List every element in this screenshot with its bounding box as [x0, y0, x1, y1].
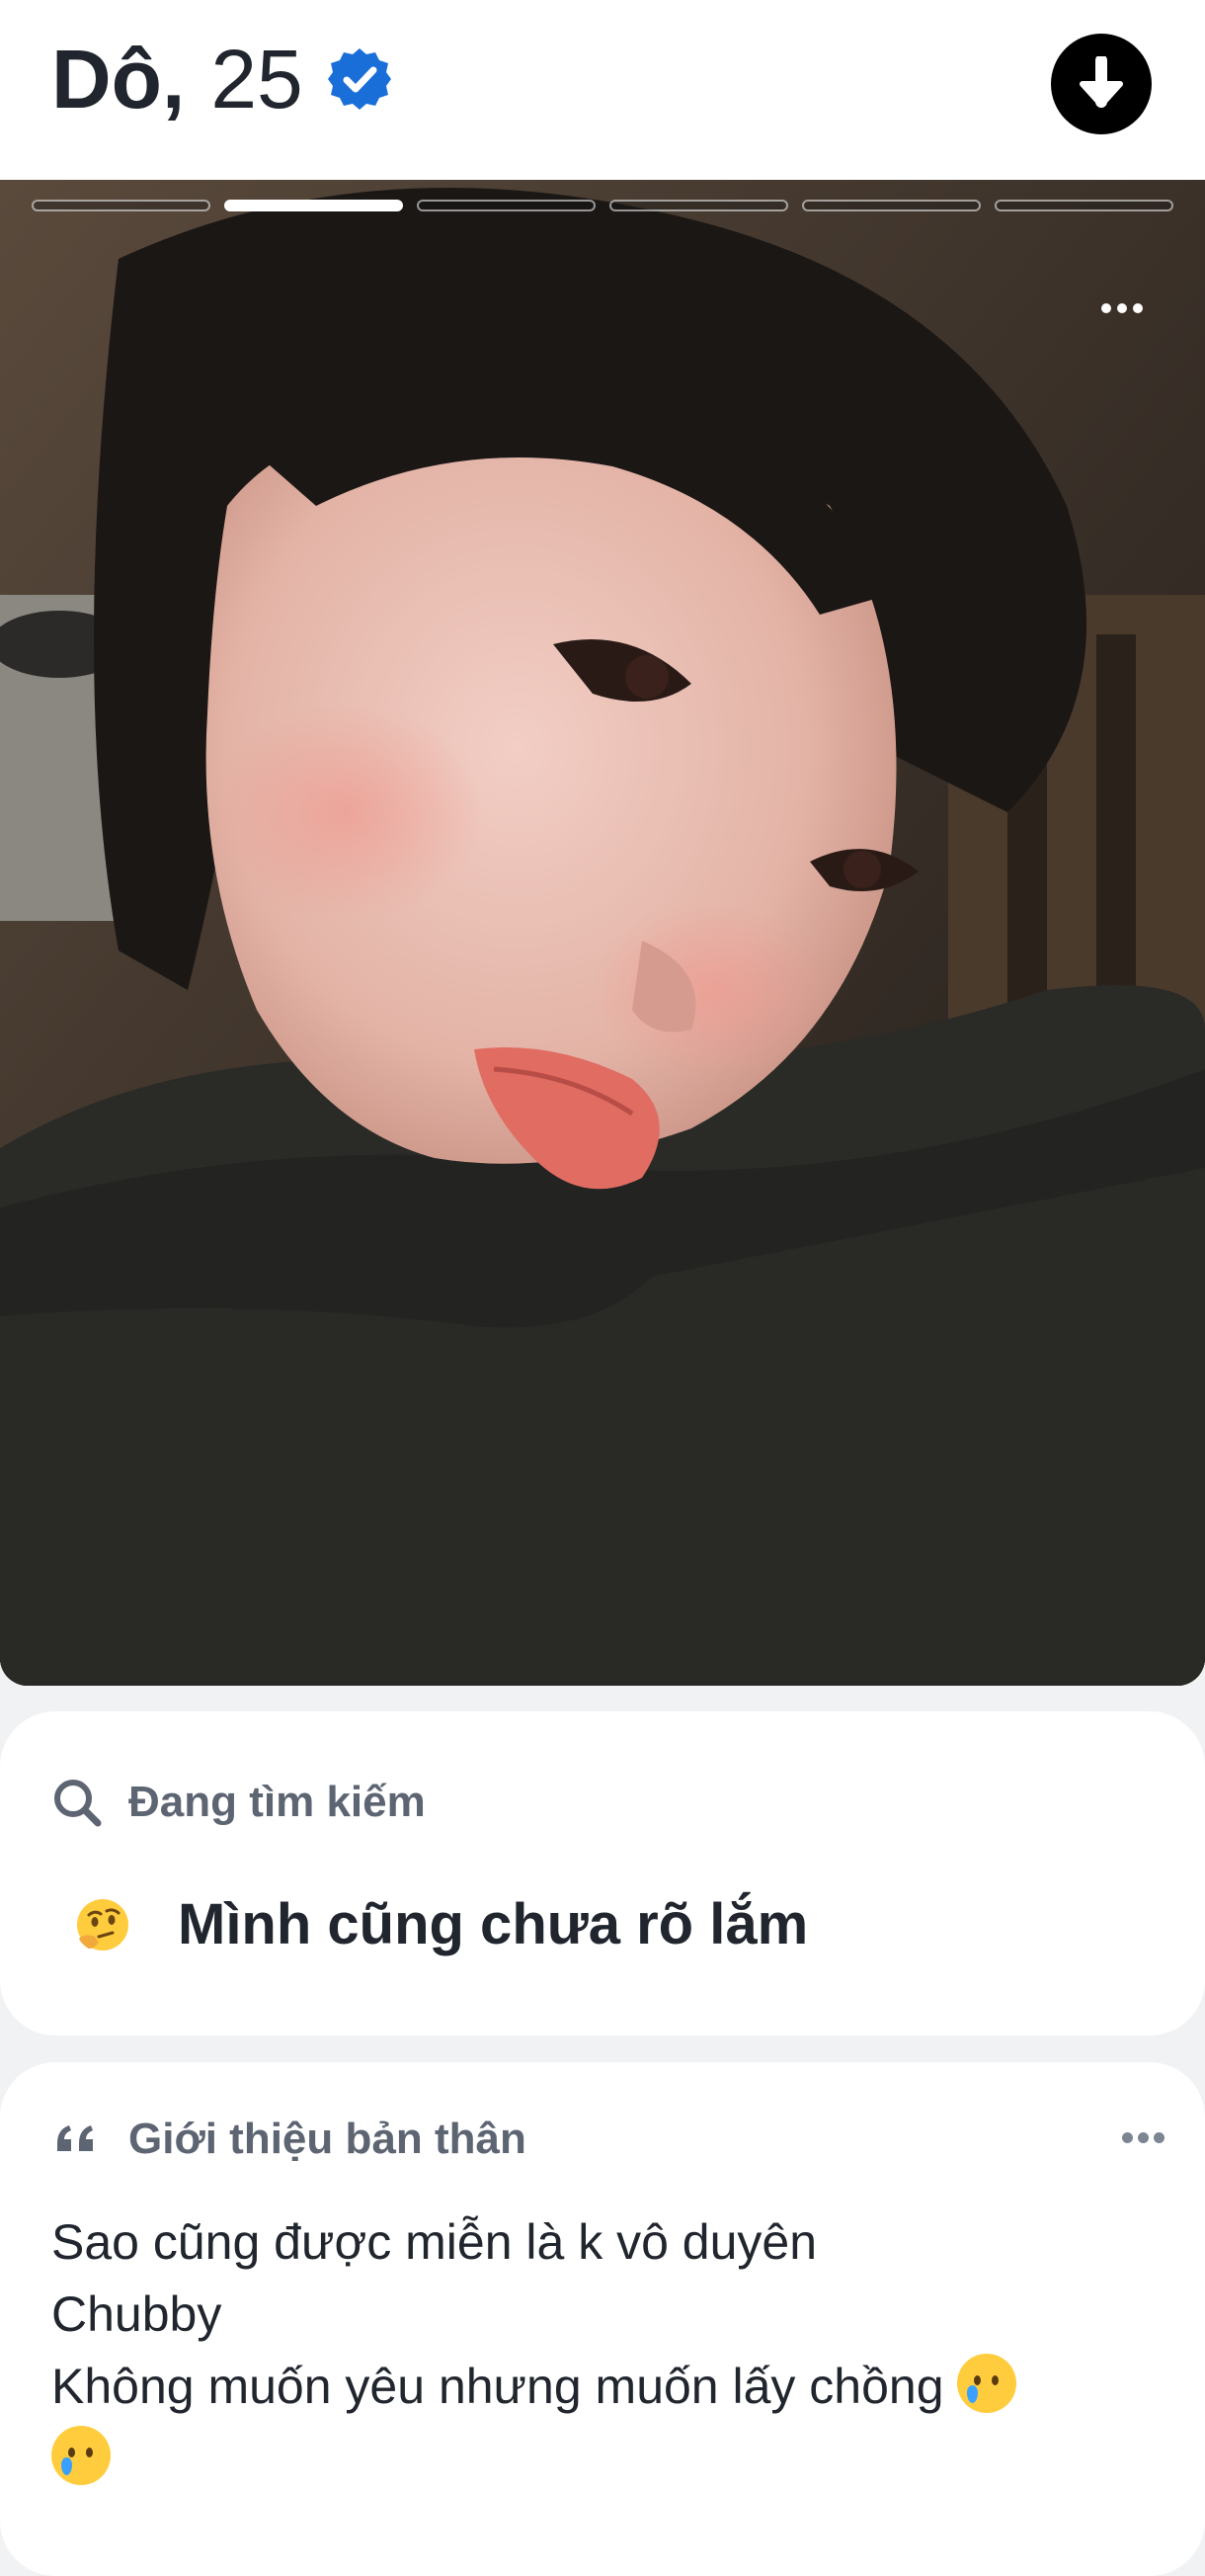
photo-progress-bar [32, 200, 1173, 213]
smiling-face-with-tear-emoji [957, 2354, 1017, 2413]
bio-line-text: Không muốn yêu nhưng muốn lấy chồng [51, 2359, 944, 2414]
name-age-line: Dô, 25 [51, 30, 392, 128]
thinking-face-emoji [77, 1898, 128, 1951]
bio-line: Không muốn yêu nhưng muốn lấy chồng [51, 2351, 1158, 2423]
profile-header: Dô, 25 [0, 0, 1205, 180]
looking-for-card: Đang tìm kiếm Mình cũng chưa rõ lắm [0, 1711, 1205, 2036]
profile-age: 25 [210, 33, 303, 125]
search-icon [54, 1780, 102, 1827]
photo-progress-segment [995, 200, 1173, 211]
looking-for-label: Đang tìm kiếm [128, 1778, 426, 1826]
about-more-options-icon[interactable] [1122, 2118, 1171, 2157]
photo-progress-segment [32, 200, 210, 211]
looking-for-value-row: Mình cũng chưa rõ lắm [75, 1891, 808, 1957]
profile-name: Dô, [51, 33, 186, 125]
about-label-row: Giới thiệu bản thân [51, 2114, 526, 2165]
about-me-card: Giới thiệu bản thân Sao cũng được miễn l… [0, 2062, 1205, 2576]
profile-photo[interactable] [0, 180, 1205, 1686]
more-dots-icon[interactable] [1086, 289, 1158, 328]
smiling-face-with-tear-emoji [51, 2426, 111, 2485]
photo-progress-segment [417, 200, 596, 211]
photo-progress-segment [609, 200, 788, 211]
quote-icon [57, 2125, 93, 2151]
looking-for-value: Mình cũng chưa rõ lắm [178, 1892, 809, 1956]
bio-line [51, 2423, 1158, 2495]
photo-progress-segment-active [224, 200, 403, 211]
about-bio-text: Sao cũng được miễn là k vô duyên Chubby … [51, 2206, 1158, 2495]
photo-progress-segment [802, 200, 981, 211]
about-label: Giới thiệu bản thân [128, 2115, 526, 2163]
collapse-profile-button[interactable] [1051, 34, 1152, 134]
bio-line: Sao cũng được miễn là k vô duyên [51, 2214, 818, 2270]
bio-line: Chubby [51, 2286, 222, 2342]
verified-badge-icon [327, 48, 391, 110]
looking-for-label-row: Đang tìm kiếm [51, 1777, 426, 1828]
arrow-down-icon [1080, 56, 1123, 108]
photo-image [0, 180, 1205, 1686]
